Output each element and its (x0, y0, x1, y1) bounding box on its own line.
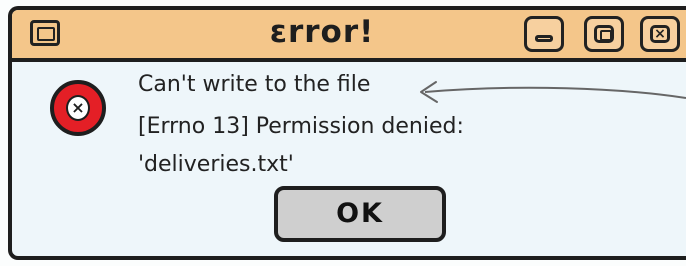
error-dialog: εrror! × × Can't write to the file [Errn… (8, 6, 686, 260)
maximize-button[interactable] (584, 16, 624, 52)
error-icon: × (50, 80, 106, 136)
window-icon (30, 20, 60, 46)
minimize-button[interactable] (524, 16, 564, 52)
screen: εrror! × × Can't write to the file [Errn… (0, 0, 686, 266)
close-icon: × (650, 25, 670, 43)
minimize-icon (535, 35, 553, 42)
title-bar[interactable]: εrror! × (12, 10, 686, 62)
maximize-icon (594, 25, 614, 43)
error-message-line-1: Can't write to the file (138, 72, 371, 97)
close-button[interactable]: × (640, 16, 680, 52)
ok-button[interactable]: OK (274, 186, 446, 242)
error-message-filename: 'deliveries.txt' (138, 152, 294, 177)
dialog-title: εrror! (269, 14, 375, 50)
error-x-icon: × (66, 95, 90, 121)
error-message-line-2: [Errno 13] Permission denied: (138, 114, 464, 139)
